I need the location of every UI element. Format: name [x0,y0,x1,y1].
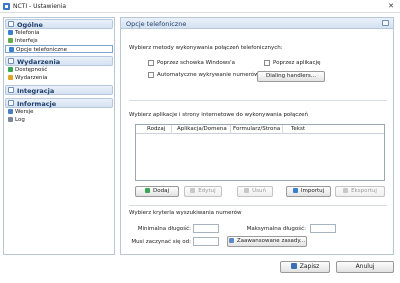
title-bar: NCTI - Ustawienia ✕ [0,0,400,13]
sidebar-item-label: Wydarzenia [15,75,48,81]
advanced-rules-button[interactable]: Zaawansowane zasady... [227,236,307,247]
column-header-application[interactable]: Aplikacja/Domena [177,126,227,132]
general-icon [8,21,14,27]
column-header-text[interactable]: Tekst [291,126,305,132]
sidebar-item-telephony[interactable]: Telefonia [5,29,113,37]
sidebar-section-integration[interactable]: Integracja [5,85,113,95]
sidebar-item-versions[interactable]: Wersje [5,108,113,116]
max-length-input[interactable] [310,224,336,233]
dial-methods-label: Wybierz metody wykonywania połączeń tele… [129,45,283,51]
main-panel: Opcje telefoniczne Wybierz metody wykony… [120,17,394,255]
info-icon [8,100,14,106]
app-icon [3,3,10,10]
sidebar-section-label: Wydarzenia [17,58,61,66]
add-button[interactable]: Dodaj [135,186,179,197]
delete-button[interactable]: Usuń [237,186,273,197]
log-icon [8,117,13,122]
save-button-label: Zapisz [299,263,320,270]
sidebar-item-label: Wersje [15,109,34,115]
edit-button[interactable]: Edytuj [184,186,222,197]
dialing-handlers-button[interactable]: Dialing handlers... [257,71,325,82]
divider [129,100,387,101]
max-length-label: Maksymalna długość: [246,226,306,232]
sidebar-section-general[interactable]: Ogólne [5,19,113,29]
column-header-form[interactable]: Formularz/Strona [233,126,280,132]
rules-icon [228,238,234,243]
starts-with-input[interactable] [193,237,219,246]
events-icon [8,58,14,64]
settings-window: NCTI - Ustawienia ✕ Ogólne Telefonia Int… [0,0,400,283]
export-button[interactable]: Eksportuj [335,186,385,197]
sidebar-item-label: Dostępność [15,67,48,73]
search-criteria-label: Wybierz kryteria wyszukiwania numerów [129,210,242,216]
sidebar-section-label: Ogólne [17,21,43,29]
export-icon [343,188,349,193]
sidebar-item-log[interactable]: Log [5,116,113,124]
sidebar-item-events[interactable]: Wydarzenia [5,74,113,82]
apps-group-label: Wybierz aplikacje i strony internetowe d… [129,112,309,118]
sidebar-item-label: Opcje telefoniczne [16,47,68,53]
sidebar-item-phone-options[interactable]: Opcje telefoniczne [5,45,113,53]
integration-icon [8,87,14,93]
close-icon[interactable]: ✕ [385,2,397,11]
delete-button-label: Usuń [252,188,266,194]
column-header-type[interactable]: Rodzaj [147,126,165,132]
min-length-label: Minimalna długość: [137,226,191,232]
checkbox-box[interactable] [264,60,270,66]
event-icon [8,75,13,80]
sidebar: Ogólne Telefonia Interfejs Opcje telefon… [3,17,115,255]
panel-options-icon[interactable] [382,20,389,26]
sidebar-section-events[interactable]: Wydarzenia [5,56,113,66]
window-title: NCTI - Ustawienia [13,3,67,10]
delete-icon [244,188,250,193]
checkbox-box[interactable] [148,60,154,66]
edit-button-label: Edytuj [198,188,216,194]
availability-icon [8,67,13,72]
export-button-label: Eksportuj [351,188,377,194]
sidebar-item-label: Log [15,117,25,123]
app-checkbox-label: Poprzez aplikację [273,60,321,66]
add-icon [145,188,150,193]
page-title: Opcje telefoniczne [126,20,187,28]
divider [129,205,387,206]
cancel-button-label: Anuluj [355,263,375,270]
sidebar-item-availability[interactable]: Dostępność [5,66,113,74]
clipboard-checkbox-label: Poprzez schowka Windows'a [157,60,236,66]
sidebar-section-label: Integracja [17,87,55,95]
cancel-button[interactable]: Anuluj [336,261,394,273]
advanced-rules-button-label: Zaawansowane zasady... [236,238,306,244]
add-button-label: Dodaj [153,188,169,194]
sidebar-item-label: Interfejs [15,38,38,44]
import-button-label: Importuj [300,188,325,194]
apps-table[interactable]: Rodzaj Aplikacja/Domena Formularz/Strona… [135,124,385,181]
sidebar-item-label: Telefonia [15,30,40,36]
import-button[interactable]: Importuj [286,186,331,197]
phone-icon [8,30,13,35]
sidebar-section-info[interactable]: Informacje [5,98,113,108]
save-icon [290,263,297,269]
sidebar-item-interface[interactable]: Interfejs [5,37,113,45]
main-header: Opcje telefoniczne [121,18,393,29]
phone-options-icon [9,47,14,52]
versions-icon [8,109,13,114]
starts-with-label: Musi zaczynać się od: [131,239,191,245]
sidebar-section-label: Informacje [17,100,57,108]
import-icon [292,188,298,193]
save-button[interactable]: Zapisz [280,261,330,273]
auto-detect-checkbox-label: Automatyczne wykrywanie numerów [157,72,259,78]
checkbox-box[interactable] [148,72,154,78]
interface-icon [8,38,13,43]
min-length-input[interactable] [193,224,219,233]
edit-icon [190,188,196,193]
table-header: Rodzaj Aplikacja/Domena Formularz/Strona… [136,125,384,134]
